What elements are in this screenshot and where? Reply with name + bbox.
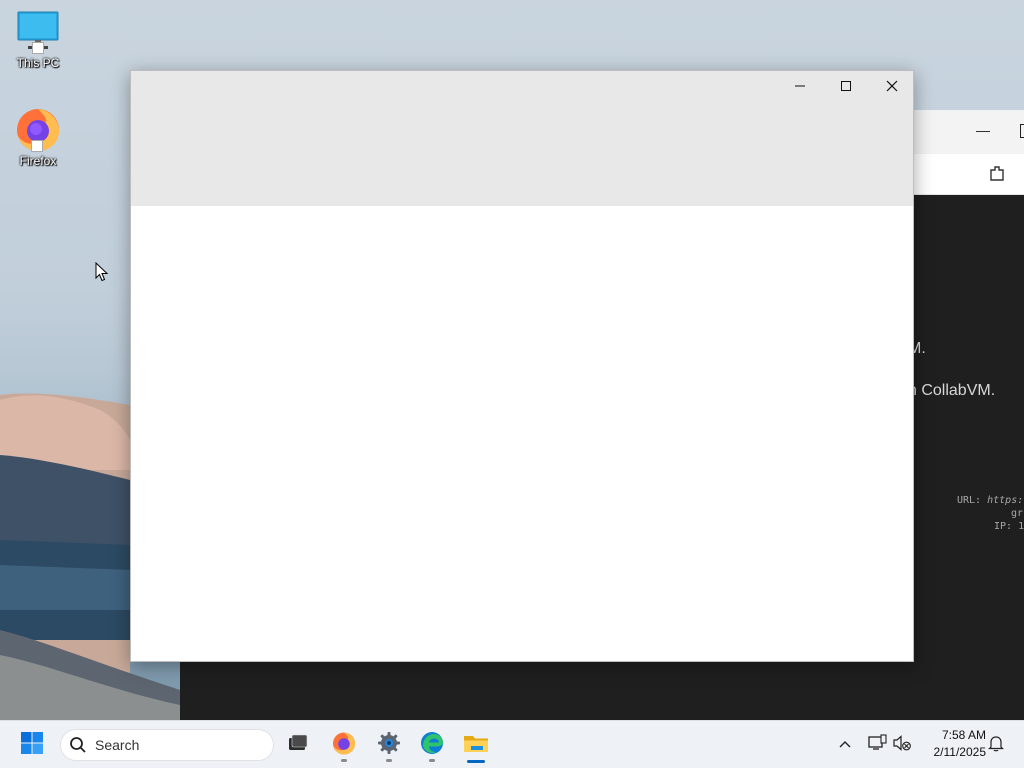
- minimize-icon: [794, 80, 806, 92]
- window-header: [131, 71, 913, 206]
- close-button[interactable]: [869, 71, 915, 101]
- running-indicator: [341, 759, 347, 762]
- maximize-button[interactable]: [823, 71, 869, 101]
- desktop-icon-firefox[interactable]: Firefox: [0, 106, 76, 168]
- taskbar-clock[interactable]: 7:58 AM 2/11/2025: [918, 727, 987, 761]
- running-indicator: [429, 759, 435, 762]
- taskbar-settings[interactable]: [371, 727, 407, 763]
- settings-icon: [377, 731, 401, 760]
- taskbar-firefox[interactable]: [326, 727, 362, 763]
- taskbar-search[interactable]: Search: [60, 729, 274, 761]
- file-explorer-icon: [463, 731, 489, 760]
- taskbar-terminal[interactable]: [280, 727, 316, 763]
- mono-line: gr: [1011, 508, 1024, 519]
- search-icon: [69, 736, 87, 754]
- start-button[interactable]: [14, 727, 50, 763]
- start-icon: [20, 731, 44, 760]
- volume-muted-icon: [892, 734, 912, 757]
- chevron-up-icon: [838, 736, 852, 754]
- notifications-button[interactable]: [986, 735, 1006, 755]
- mono-line: IP: 1: [994, 521, 1024, 532]
- network-button[interactable]: [867, 733, 887, 757]
- firefox-icon: [15, 106, 61, 152]
- firefox-icon: [332, 731, 356, 760]
- clock-date: 2/11/2025: [933, 745, 987, 759]
- close-icon: [886, 80, 898, 92]
- minimize-icon[interactable]: —: [976, 122, 990, 138]
- maximize-icon[interactable]: [1020, 124, 1024, 138]
- search-placeholder: Search: [95, 737, 140, 753]
- active-indicator: [467, 760, 485, 763]
- clock-time: 7:58 AM: [941, 728, 986, 742]
- network-icon: [867, 733, 887, 757]
- foreground-window[interactable]: [130, 70, 914, 662]
- desktop-icon-this-pc[interactable]: This PC: [0, 10, 76, 70]
- mono-line: URL: https:: [957, 495, 1023, 506]
- window-content: [131, 206, 913, 661]
- notification-bell-icon: [988, 734, 1004, 757]
- extensions-icon[interactable]: [988, 164, 1006, 187]
- desktop-icon-label: This PC: [16, 56, 60, 70]
- volume-button[interactable]: [892, 734, 912, 757]
- taskbar-file-explorer[interactable]: [458, 727, 494, 763]
- taskbar: Search 7:58 AM 2/11/2025: [0, 720, 1024, 768]
- terminal-icon: [287, 732, 309, 759]
- mono-label: URL:: [957, 495, 988, 506]
- edge-icon: [420, 731, 444, 760]
- background-text: n CollabVM.: [908, 382, 996, 399]
- maximize-icon: [840, 80, 852, 92]
- desktop-icon-label: Firefox: [19, 154, 57, 168]
- mouse-cursor-icon: [95, 261, 109, 287]
- taskbar-edge[interactable]: [414, 727, 450, 763]
- monitor-icon: [16, 10, 60, 54]
- show-hidden-icons-button[interactable]: [835, 735, 855, 755]
- running-indicator: [386, 759, 392, 762]
- mono-value: https:: [987, 495, 1024, 506]
- minimize-button[interactable]: [777, 71, 823, 101]
